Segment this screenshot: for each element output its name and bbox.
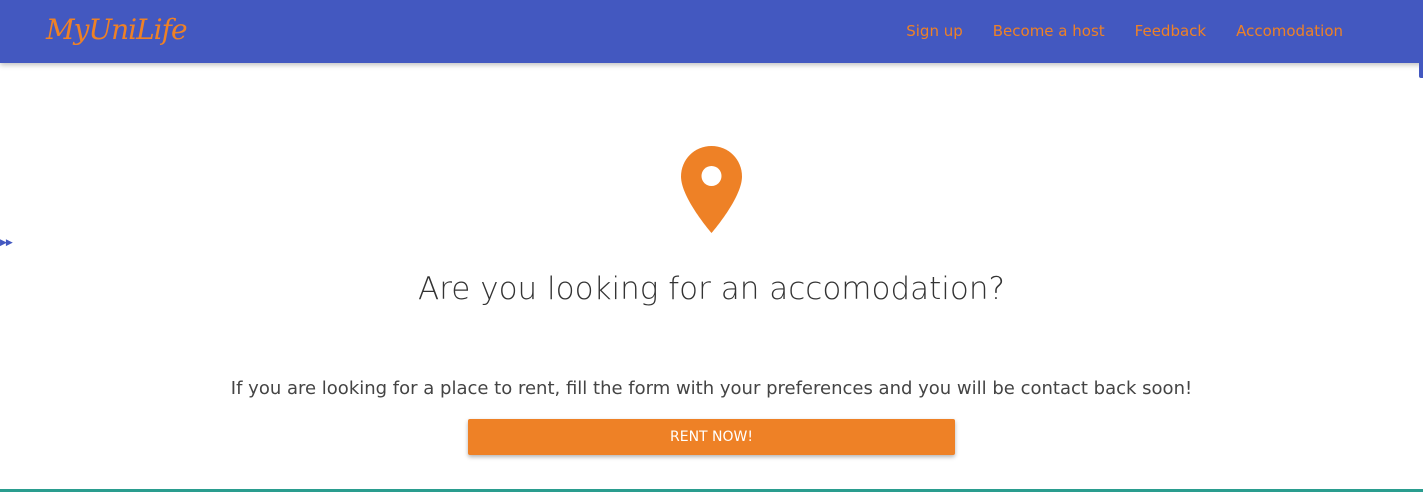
nav-link-accomodation[interactable]: Accomodation [1221,0,1358,63]
nav-item-accomodation: Accomodation [1221,0,1358,63]
nav-item-feedback: Feedback [1120,0,1221,63]
nav-links: Sign up Become a host Feedback Accomodat… [891,0,1358,63]
nav-link-sign-up[interactable]: Sign up [891,0,978,63]
page-heading: Are you looking for an accomodation? [418,271,1005,307]
nav-link-become-a-host[interactable]: Become a host [978,0,1120,63]
brand-logo[interactable]: MyUniLife [46,10,188,50]
scroll-edge-tab[interactable] [1419,42,1423,78]
nav-item-sign-up: Sign up [891,0,978,63]
rent-now-button[interactable]: RENT NOW! [468,419,955,455]
double-play-icon[interactable]: ▶▶ [0,237,13,249]
map-pin-icon [681,146,742,233]
page-description: If you are looking for a place to rent, … [230,378,1193,399]
nav-item-become-a-host: Become a host [978,0,1120,63]
nav-link-feedback[interactable]: Feedback [1120,0,1221,63]
top-navbar: MyUniLife Sign up Become a host Feedback… [0,0,1423,63]
